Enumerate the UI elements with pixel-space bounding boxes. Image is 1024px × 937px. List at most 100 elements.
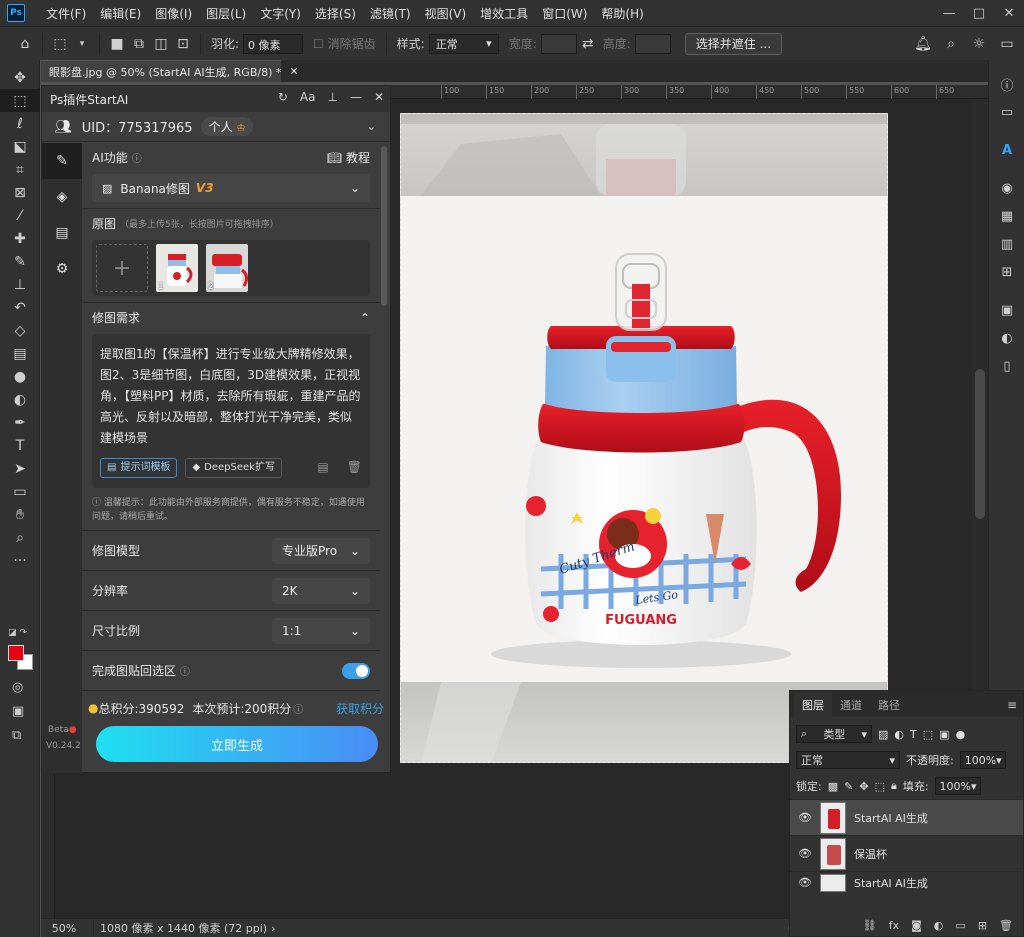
maximize-icon[interactable]: □ bbox=[964, 6, 994, 21]
layer-row[interactable]: 👁︎ StartAI AI生成 bbox=[790, 799, 1023, 835]
artboard-icon[interactable]: ⧉ bbox=[12, 728, 21, 743]
prompt-template-button[interactable]: ▤ 提示词模板 bbox=[100, 457, 178, 478]
photoshop-logo[interactable]: Ps bbox=[7, 4, 25, 22]
close-icon[interactable]: ✕ bbox=[289, 65, 298, 78]
source-thumb[interactable]: 2 bbox=[206, 244, 248, 292]
filter-adjust-icon[interactable]: ◐ bbox=[894, 728, 904, 741]
group-icon[interactable]: ▭ bbox=[955, 919, 965, 932]
home-icon[interactable]: ⌂ bbox=[14, 33, 36, 55]
eye-icon[interactable]: 👁︎ bbox=[798, 847, 812, 860]
height-input[interactable] bbox=[634, 33, 671, 54]
menu-item[interactable]: 窗口(W) bbox=[535, 5, 594, 22]
filter-smart-icon[interactable]: ▣ bbox=[939, 728, 949, 741]
foreground-color-swatch[interactable] bbox=[8, 645, 24, 661]
properties-icon[interactable]: ▣ bbox=[989, 296, 1024, 324]
rect-marquee-preset-icon[interactable]: ⬚ bbox=[49, 33, 71, 55]
chevron-down-icon[interactable]: ⌄ bbox=[367, 120, 376, 133]
move-tool-icon[interactable]: ✥ bbox=[0, 66, 40, 89]
chevron-down-icon[interactable]: ▾ bbox=[71, 33, 93, 55]
eye-icon[interactable]: 👁︎ bbox=[798, 811, 812, 824]
bell-icon[interactable]: 🔔︎ bbox=[912, 33, 934, 55]
filter-shape-icon[interactable]: ⬚ bbox=[923, 728, 933, 741]
layers-icon[interactable]: ◈ bbox=[42, 179, 82, 215]
object-select-tool-icon[interactable]: ⬕ bbox=[0, 135, 40, 158]
menu-item[interactable]: 图层(L) bbox=[199, 5, 253, 22]
antialias-checkbox[interactable]: ☐ 消除锯齿 bbox=[313, 35, 376, 52]
gradient-tool-icon[interactable]: ▤ bbox=[0, 342, 40, 365]
lock-transparent-icon[interactable]: ▩ bbox=[828, 780, 838, 793]
subtract-selection-icon[interactable]: ◫ bbox=[150, 33, 172, 55]
comments-icon[interactable]: ▭ bbox=[989, 98, 1024, 126]
generate-button[interactable]: 立即生成 bbox=[96, 726, 378, 762]
tab-paths[interactable]: 路径 bbox=[870, 693, 908, 717]
minimize-icon[interactable]: — bbox=[934, 6, 964, 21]
dodge-tool-icon[interactable]: ◐ bbox=[0, 388, 40, 411]
libraries-icon[interactable]: ▯ bbox=[989, 352, 1024, 380]
chevron-up-icon[interactable]: ⌃ bbox=[360, 311, 370, 325]
settings-icon[interactable]: ⚙ bbox=[42, 251, 82, 287]
frame-tool-icon[interactable]: ⊠ bbox=[0, 181, 40, 204]
tab-channels[interactable]: 通道 bbox=[832, 693, 870, 717]
stamp-tool-icon[interactable]: ⊥ bbox=[0, 273, 40, 296]
fx-icon[interactable]: fx bbox=[889, 919, 899, 932]
vertical-scrollbar[interactable] bbox=[972, 99, 988, 691]
panel-menu-icon[interactable]: ≡ bbox=[1007, 698, 1017, 712]
history-icon[interactable]: ▤ bbox=[317, 457, 328, 478]
ratio-select[interactable]: 1:1 ⌄ bbox=[272, 617, 370, 644]
deepseek-expand-button[interactable]: ◆ DeepSeek扩写 bbox=[185, 457, 282, 478]
chevron-right-icon[interactable]: › bbox=[271, 922, 275, 935]
tutorial-link[interactable]: 📖︎ 教程 bbox=[327, 149, 370, 166]
rect-marquee-tool-icon[interactable]: ⬚ bbox=[0, 89, 40, 112]
workspace-icon[interactable]: ▭ bbox=[996, 33, 1018, 55]
trash-icon[interactable]: 🗑︎ bbox=[347, 457, 362, 478]
add-selection-icon[interactable]: ⧉ bbox=[128, 33, 150, 55]
patterns-icon[interactable]: ⊞ bbox=[989, 258, 1024, 286]
function-dropdown[interactable]: ▨ Banana修图 V3 ⌄ bbox=[92, 174, 370, 202]
blur-tool-icon[interactable]: ● bbox=[0, 365, 40, 388]
account-badge[interactable]: 个人 ♔ bbox=[200, 117, 254, 136]
quick-mask-icon[interactable]: ◎ bbox=[12, 680, 23, 695]
width-input[interactable] bbox=[540, 33, 577, 54]
pin-icon[interactable]: ⊥ bbox=[327, 90, 337, 104]
menu-item[interactable]: 视图(V) bbox=[418, 5, 474, 22]
lock-all-icon[interactable]: 🔒︎ bbox=[891, 779, 897, 793]
source-thumb[interactable]: 1 bbox=[156, 244, 198, 292]
filter-toggle-icon[interactable]: ● bbox=[956, 728, 966, 741]
edit-icon[interactable]: ✎ bbox=[42, 143, 82, 179]
model-select[interactable]: 专业版Pro ⌄ bbox=[272, 537, 370, 564]
color-panel-icon[interactable]: ◉ bbox=[989, 174, 1024, 202]
menu-item[interactable]: 帮助(H) bbox=[594, 5, 650, 22]
menu-item[interactable]: 选择(S) bbox=[308, 5, 363, 22]
link-icon[interactable]: ⛓ bbox=[863, 919, 877, 932]
plugin-scrollbar[interactable] bbox=[381, 146, 387, 306]
lock-paint-icon[interactable]: ✎ bbox=[844, 780, 853, 793]
hand-tool-icon[interactable]: ✋︎ bbox=[0, 503, 40, 526]
new-layer-icon[interactable]: ⊞ bbox=[978, 919, 987, 932]
intersect-selection-icon[interactable]: ⊡ bbox=[172, 33, 194, 55]
requirement-textarea[interactable]: 提取图1的【保温杯】进行专业级大牌精修效果，图2、3是细节图，白底图，3D建模效… bbox=[92, 334, 370, 488]
default-colors-icon[interactable]: ◪ ↷ bbox=[8, 628, 27, 638]
paste-back-toggle[interactable] bbox=[342, 662, 370, 679]
opacity-input[interactable]: 100% ▾ bbox=[959, 751, 1006, 769]
pen-tool-icon[interactable]: ✒ bbox=[0, 411, 40, 434]
close-icon[interactable]: ✕ bbox=[374, 90, 384, 104]
layer-row[interactable]: 👁︎ 保温杯 bbox=[790, 835, 1023, 871]
info-icon[interactable]: ⓘ bbox=[293, 701, 303, 716]
eyedropper-tool-icon[interactable]: ⁄ bbox=[0, 204, 40, 227]
blend-mode-select[interactable]: 正常 ▾ bbox=[796, 751, 900, 769]
menu-item[interactable]: 图像(I) bbox=[148, 5, 199, 22]
eye-icon[interactable]: 👁︎ bbox=[798, 876, 812, 889]
healing-tool-icon[interactable]: ✚ bbox=[0, 227, 40, 250]
lasso-tool-icon[interactable]: ℓ bbox=[0, 112, 40, 135]
font-size-icon[interactable]: Aa bbox=[300, 90, 316, 104]
history-brush-icon[interactable]: ↶ bbox=[0, 296, 40, 319]
lock-position-icon[interactable]: ✥ bbox=[859, 780, 868, 793]
menu-item[interactable]: 滤镜(T) bbox=[363, 5, 418, 22]
startai-plugin-icon[interactable]: A bbox=[989, 136, 1024, 164]
zoom-tool-icon[interactable]: ⌕ bbox=[0, 526, 40, 549]
document-canvas[interactable]: Cuty Therm Lets Go FUGUANG bbox=[400, 113, 888, 763]
crop-tool-icon[interactable]: ⌗ bbox=[0, 158, 40, 181]
filter-pixel-icon[interactable]: ▨ bbox=[878, 728, 888, 741]
gradients-icon[interactable]: ▥ bbox=[989, 230, 1024, 258]
menu-item[interactable]: 增效工具 bbox=[473, 5, 535, 22]
